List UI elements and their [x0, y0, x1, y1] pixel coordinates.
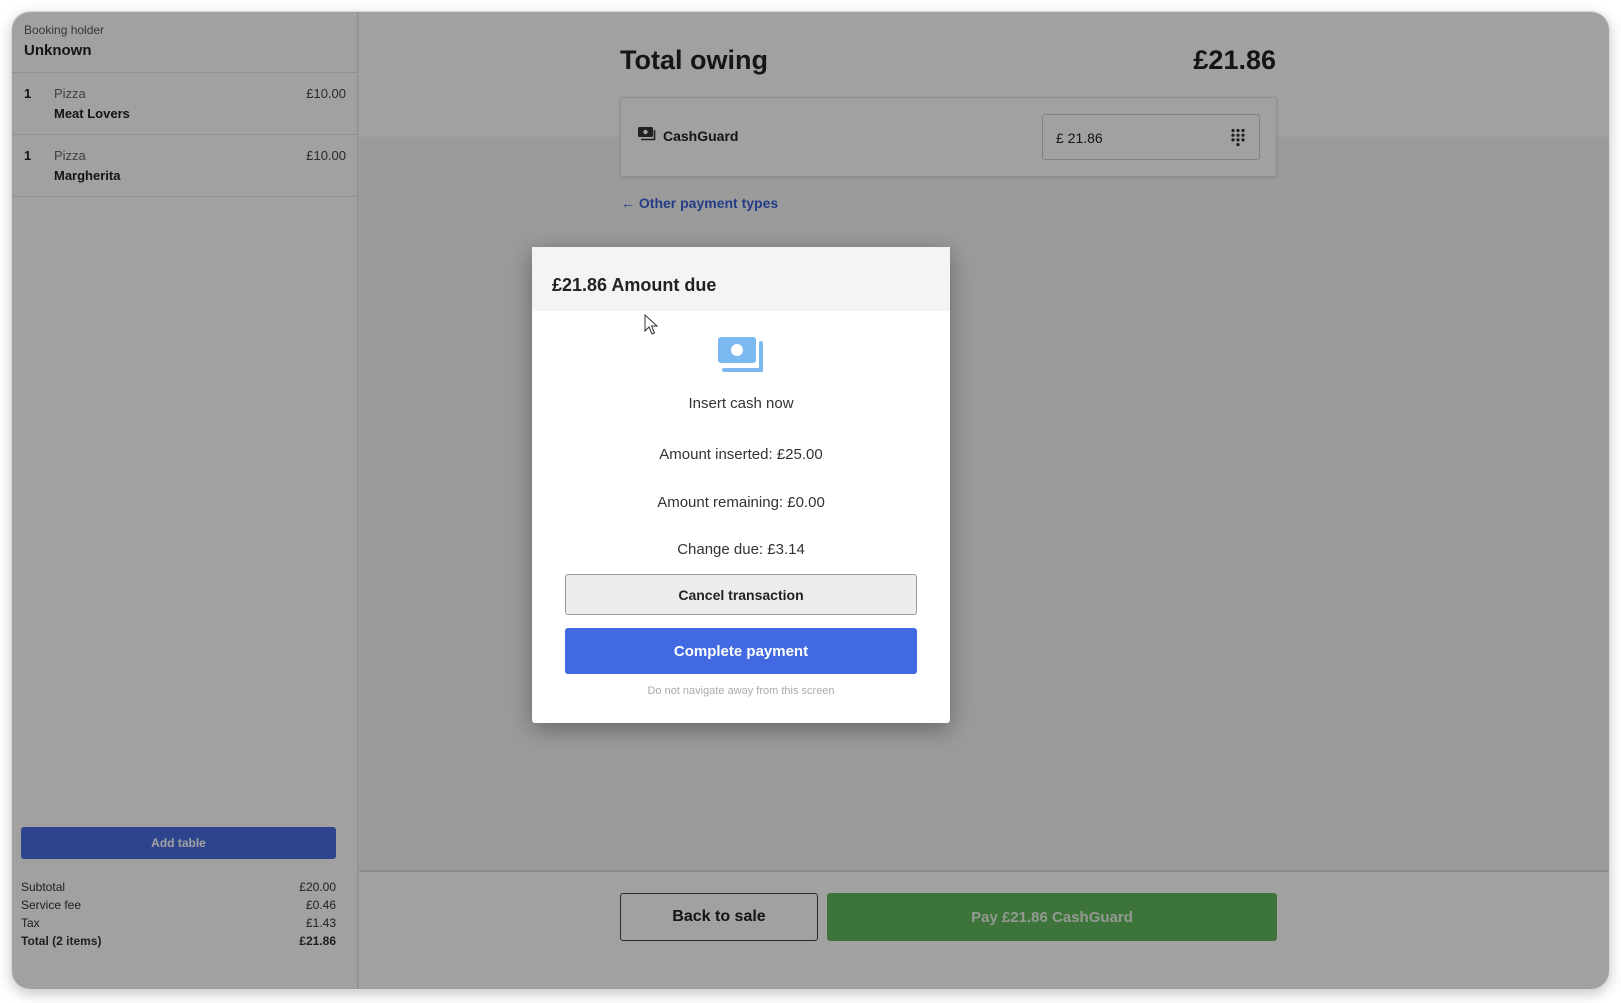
dialog-title: £21.86 Amount due: [532, 247, 950, 311]
mouse-cursor-icon: [644, 314, 659, 335]
change-due: Change due: £3.14: [677, 541, 805, 558]
amount-inserted: Amount inserted: £25.00: [659, 446, 823, 463]
cash-payment-dialog: £21.86 Amount due Insert cash now Amount…: [532, 247, 950, 723]
navigation-warning: Do not navigate away from this screen: [647, 685, 835, 697]
cancel-transaction-button[interactable]: Cancel transaction: [565, 574, 917, 615]
amount-remaining: Amount remaining: £0.00: [657, 494, 825, 511]
cash-icon: [718, 337, 763, 372]
insert-cash-instruction: Insert cash now: [688, 395, 794, 412]
pos-window: Booking holder Unknown 1 Pizza Meat Love…: [12, 12, 1609, 989]
complete-payment-button[interactable]: Complete payment: [565, 628, 917, 674]
